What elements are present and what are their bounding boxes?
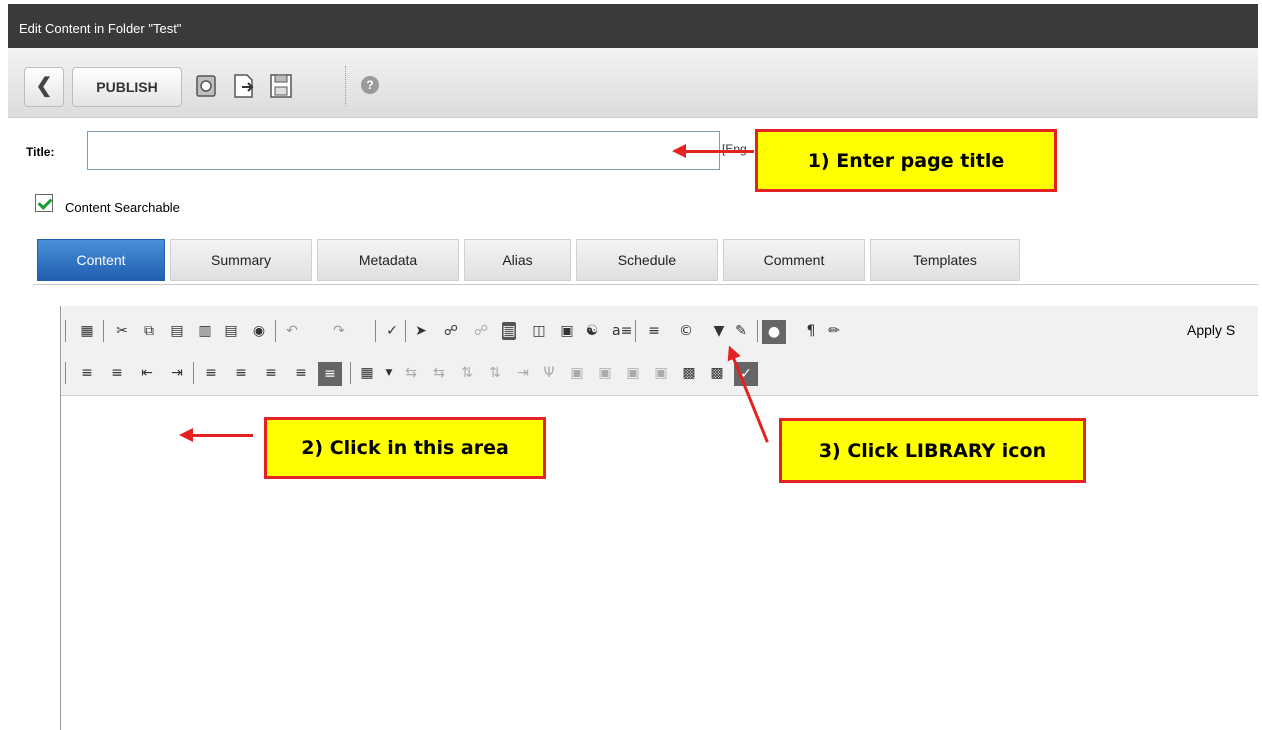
toolbar-separator (405, 320, 406, 342)
spellcheck-icon[interactable]: ✓ (383, 322, 401, 340)
find-icon[interactable]: ◉ (250, 322, 268, 340)
justify-full-icon[interactable]: ≡ (318, 362, 342, 386)
toolbar-separator (345, 66, 346, 106)
style-brush-icon[interactable]: ✏ (825, 322, 843, 340)
select-all-icon[interactable]: ▦ (78, 322, 96, 340)
step1-callout: 1) Enter page title (755, 129, 1057, 192)
checkin-icon[interactable] (194, 72, 220, 100)
tab-comment[interactable]: Comment (723, 239, 865, 281)
cut-icon[interactable]: ✂ (113, 322, 131, 340)
indent-icon[interactable]: ⇥ (168, 364, 186, 382)
unordered-list-icon[interactable]: ≡ (108, 364, 126, 382)
title-label: Title: (26, 145, 55, 159)
paste-text-icon[interactable]: ▥ (196, 322, 214, 340)
help-icon[interactable]: ? (361, 76, 379, 94)
cell-props-icon[interactable]: ▣ (624, 364, 642, 382)
template-icon[interactable]: ▣ (558, 322, 576, 340)
delete-col-icon[interactable]: Ψ (540, 364, 558, 382)
insert-col-right-icon[interactable]: ⇅ (486, 364, 504, 382)
align-center-icon[interactable]: ≡ (232, 364, 250, 382)
toolbar-separator (757, 320, 758, 342)
pilcrow-icon[interactable]: ¶ (802, 322, 820, 340)
symbol-icon[interactable]: ≡ (645, 322, 663, 340)
tab-content[interactable]: Content (37, 239, 165, 281)
validate-icon[interactable]: © (677, 322, 695, 340)
translate-icon[interactable]: ☯ (583, 322, 601, 340)
table-icon[interactable]: ▦ (358, 364, 376, 382)
toolbar-separator (375, 320, 376, 342)
tab-alias[interactable]: Alias (464, 239, 571, 281)
align-left-icon[interactable]: ≡ (202, 364, 220, 382)
insert-row-above-icon[interactable]: ⇆ (402, 364, 420, 382)
toolbar-separator (193, 362, 194, 384)
delete-cell-icon[interactable]: ▩ (708, 364, 726, 382)
paste-icon[interactable]: ▤ (168, 322, 186, 340)
tab-summary[interactable]: Summary (170, 239, 312, 281)
toolbar-separator (65, 320, 66, 342)
step2-callout: 2) Click in this area (264, 417, 546, 479)
step1-arrow (672, 144, 754, 158)
insert-cell-icon[interactable]: ▩ (680, 364, 698, 382)
delete-row-icon[interactable]: ⇥ (514, 364, 532, 382)
chevron-down-icon[interactable]: ▼ (380, 364, 398, 382)
redo-icon[interactable]: ↷ (330, 322, 348, 340)
unlink-icon[interactable]: ☍ (472, 322, 490, 340)
copy-icon[interactable]: ⧉ (140, 322, 158, 340)
toolbar-separator (275, 320, 276, 342)
insert-row-below-icon[interactable]: ⇆ (430, 364, 448, 382)
table-props-icon[interactable]: ▣ (652, 364, 670, 382)
save-icon[interactable] (268, 72, 294, 100)
split-cells-icon[interactable]: ▣ (596, 364, 614, 382)
content-searchable-checkbox[interactable] (35, 194, 53, 212)
insert-col-left-icon[interactable]: ⇅ (458, 364, 476, 382)
back-button[interactable]: ❮ (24, 67, 64, 107)
outdent-icon[interactable]: ⇤ (138, 364, 156, 382)
insert-form-icon[interactable]: ◫ (530, 322, 548, 340)
toggle-icon[interactable]: ▼ (710, 322, 728, 340)
toolbar-separator (65, 362, 66, 384)
merge-cells-icon[interactable]: ▣ (568, 364, 586, 382)
publish-button[interactable]: PUBLISH (72, 67, 182, 107)
undo-icon[interactable]: ↶ (283, 322, 301, 340)
chevron-left-icon: ❮ (35, 75, 53, 97)
paragraph-icon[interactable]: ✎ (732, 322, 750, 340)
toolbar-separator (350, 362, 351, 384)
tab-metadata[interactable]: Metadata (317, 239, 459, 281)
hyperlink-icon[interactable]: ➤ (412, 322, 430, 340)
main-toolbar: ❮ PUBLISH ? (8, 48, 1258, 118)
title-input[interactable] (87, 131, 720, 170)
tab-divider (33, 284, 1258, 285)
align-right-icon[interactable]: ≡ (262, 364, 280, 382)
window-title: Edit Content in Folder "Test" (19, 21, 182, 36)
tab-templates[interactable]: Templates (870, 239, 1020, 281)
format-brush-icon[interactable]: ● (762, 320, 786, 344)
step2-arrow (179, 428, 253, 442)
toolbar-separator (103, 320, 104, 342)
paste-word-icon[interactable]: ▤ (222, 322, 240, 340)
content-searchable-label: Content Searchable (65, 200, 180, 215)
step3-callout: 3) Click LIBRARY icon (779, 418, 1086, 483)
apply-style-dropdown[interactable]: Apply S (1187, 322, 1235, 338)
link-icon[interactable]: ☍ (442, 322, 460, 340)
library-icon[interactable]: ▤ (502, 322, 516, 340)
language-label: [Eng (722, 142, 747, 156)
toolbar-separator (635, 320, 636, 342)
preview-icon[interactable] (231, 72, 257, 100)
ordered-list-icon[interactable]: ≡ (78, 364, 96, 382)
justify-icon[interactable]: ≡ (292, 364, 310, 382)
tab-schedule[interactable]: Schedule (576, 239, 718, 281)
window-titlebar: Edit Content in Folder "Test" (8, 4, 1258, 48)
list-icon[interactable]: a≡ (612, 322, 632, 340)
